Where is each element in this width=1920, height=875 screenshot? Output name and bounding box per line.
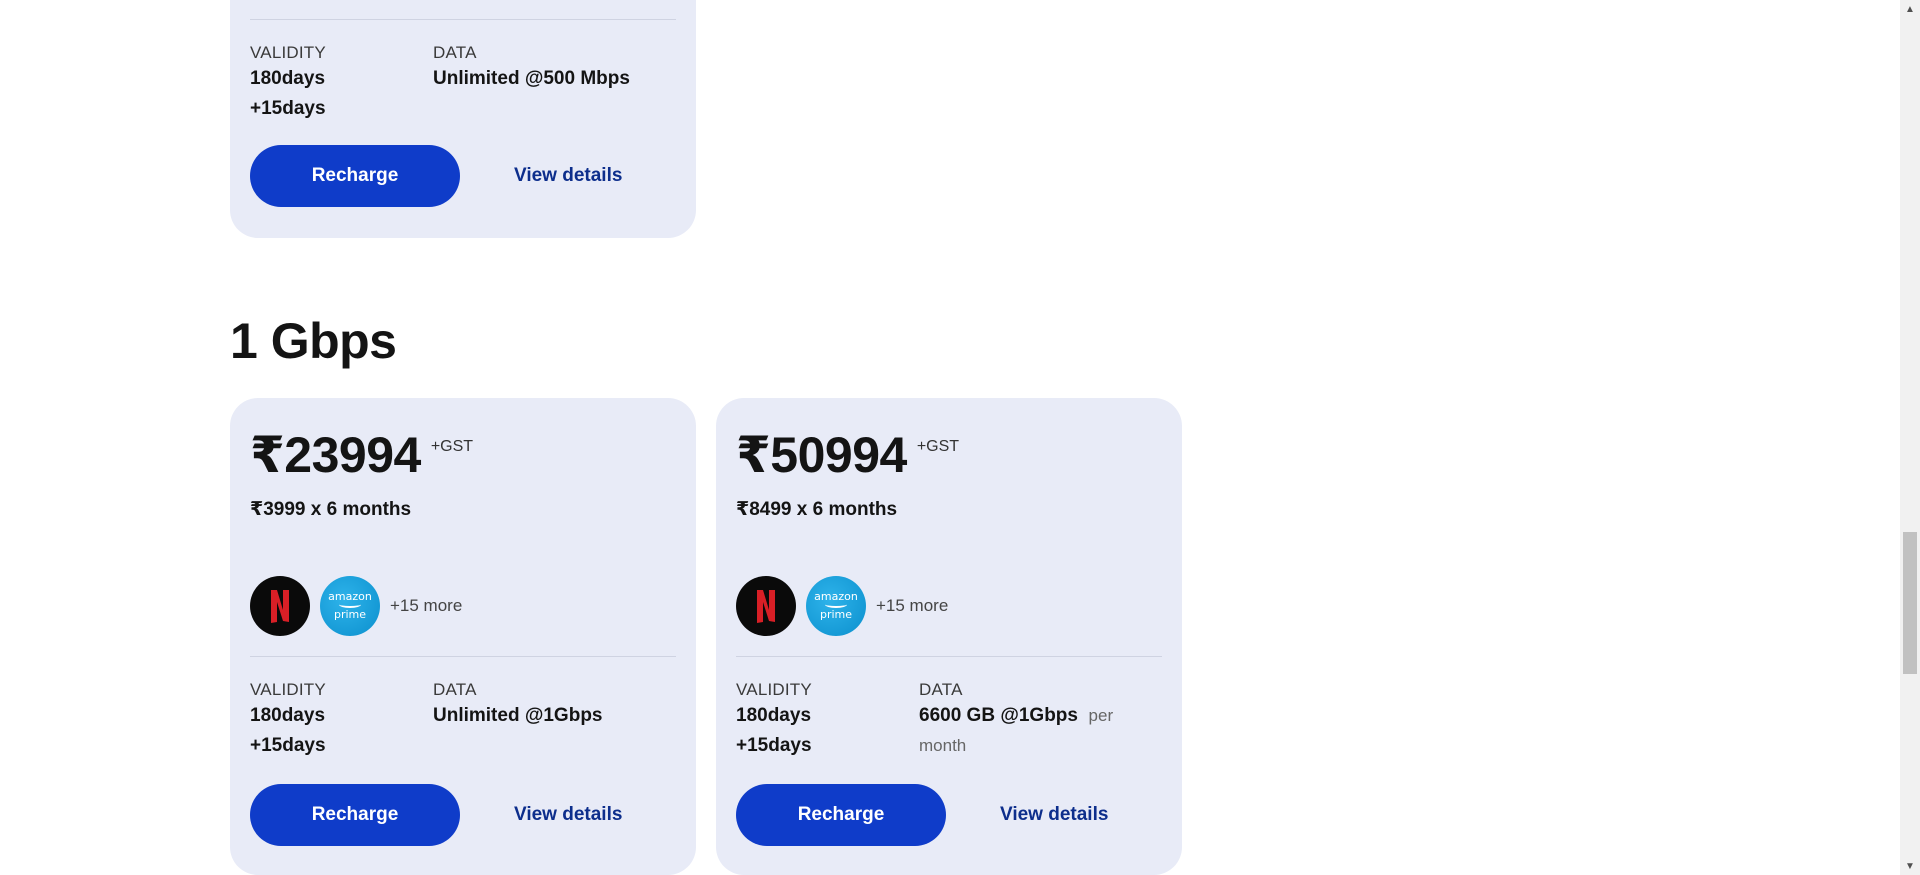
gst-note: +GST [430, 438, 474, 455]
price-row: ₹50994 +GST [736, 426, 959, 484]
card-divider [736, 656, 1162, 657]
validity-bonus: +15days [736, 735, 812, 756]
prime-smile [825, 601, 847, 608]
recharge-button[interactable]: Recharge [250, 145, 460, 207]
view-details-link[interactable]: View details [514, 804, 622, 826]
plan-card-500mbps: VALIDITY 180days +15days DATA Unlimited … [230, 0, 696, 238]
netflix-icon [250, 576, 310, 636]
plan-price: ₹50994 [736, 427, 907, 483]
data-label: DATA [919, 680, 963, 699]
section-title: 1 Gbps [230, 313, 397, 369]
card-divider [250, 656, 676, 657]
data-value-row: 6600 GB @1Gbps per [919, 701, 1113, 731]
more-benefits-link[interactable]: +15 more [390, 596, 462, 616]
validity-label: VALIDITY [250, 43, 326, 62]
prime-logo-line2: prime [819, 608, 853, 621]
plan-card-1gbps-23994: ₹23994 +GST ₹3999 x 6 months amazon prim… [230, 398, 696, 875]
ott-benefits: amazon prime +15 more [736, 576, 948, 636]
scrollbar-thumb[interactable] [1903, 532, 1917, 674]
monthly-breakdown: ₹3999 x 6 months [250, 499, 412, 520]
netflix-logo-mark [757, 590, 775, 623]
scroll-up-arrow-icon[interactable]: ▲ [1900, 0, 1920, 18]
amazon-prime-icon: amazon prime [320, 576, 380, 636]
data-value: Unlimited @500 Mbps [433, 68, 630, 89]
ott-benefits: amazon prime +15 more [250, 576, 462, 636]
data-period: per [1088, 706, 1114, 725]
data-value: 6600 GB @1Gbps [919, 705, 1078, 726]
vertical-scrollbar[interactable]: ▲ ▼ [1900, 0, 1920, 875]
validity-bonus: +15days [250, 98, 326, 119]
view-details-link[interactable]: View details [1000, 804, 1108, 826]
validity-value: 180days [736, 705, 812, 726]
plan-card-1gbps-50994: ₹50994 +GST ₹8499 x 6 months amazon prim… [716, 398, 1182, 875]
recharge-button[interactable]: Recharge [250, 784, 460, 846]
more-benefits-link[interactable]: +15 more [876, 596, 948, 616]
netflix-logo-mark [271, 590, 289, 623]
amazon-prime-icon: amazon prime [806, 576, 866, 636]
page-content: VALIDITY 180days +15days DATA Unlimited … [0, 0, 1900, 875]
data-label: DATA [433, 680, 477, 699]
data-label: DATA [433, 43, 477, 62]
card-divider [250, 19, 676, 20]
validity-bonus: +15days [250, 735, 326, 756]
validity-label: VALIDITY [736, 680, 812, 699]
data-value: Unlimited @1Gbps [433, 705, 603, 726]
gst-note: +GST [916, 438, 960, 455]
validity-value: 180days [250, 705, 326, 726]
prime-logo-line2: prime [333, 608, 367, 621]
validity-value: 180days [250, 68, 326, 89]
netflix-icon [736, 576, 796, 636]
price-row: ₹23994 +GST [250, 426, 473, 484]
data-period-cont: month [919, 736, 967, 755]
scroll-down-arrow-icon[interactable]: ▼ [1900, 857, 1920, 875]
monthly-breakdown: ₹8499 x 6 months [736, 499, 898, 520]
validity-label: VALIDITY [250, 680, 326, 699]
plan-price: ₹23994 [250, 427, 421, 483]
prime-smile [339, 601, 361, 608]
view-details-link[interactable]: View details [514, 165, 622, 187]
recharge-button[interactable]: Recharge [736, 784, 946, 846]
